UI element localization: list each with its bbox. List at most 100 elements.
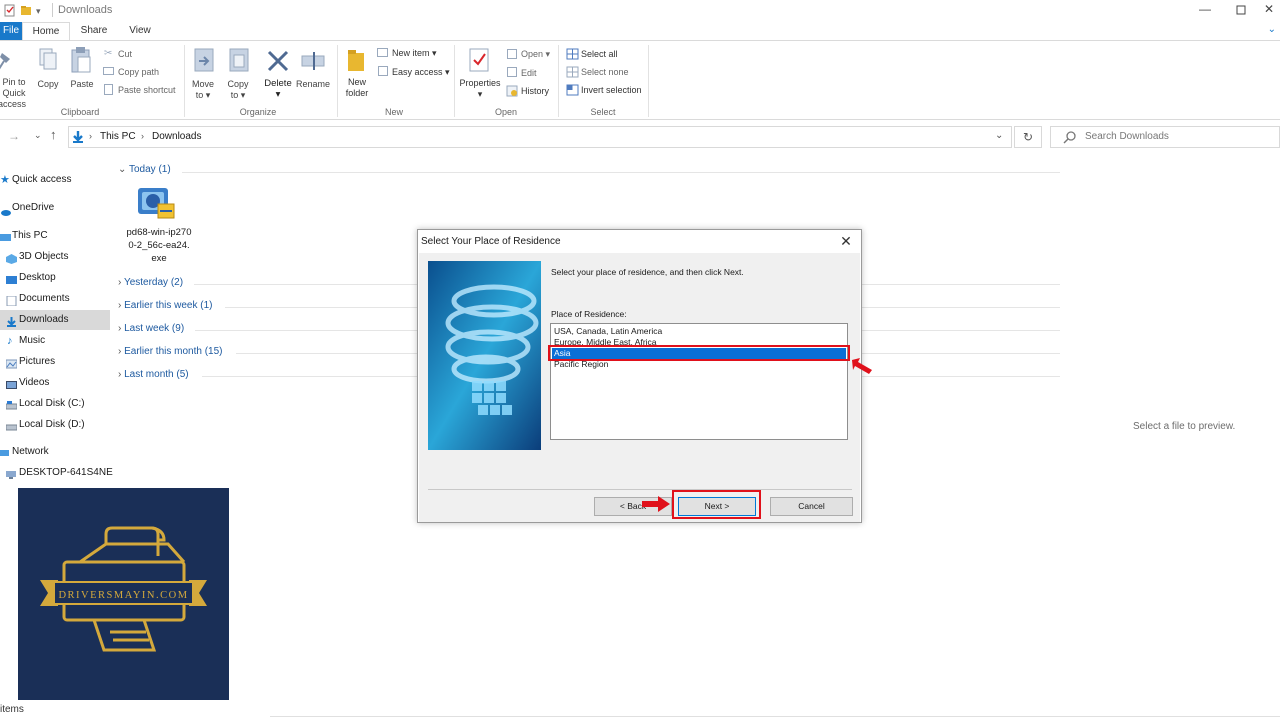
nav-item-desktop[interactable]: Desktop [0,268,110,288]
delete-dropdown-icon[interactable]: ▾ [260,89,296,100]
address-bar[interactable]: › This PC › Downloads ⌄ [68,126,1012,148]
easy-access-button[interactable]: Easy access ▾ [392,67,450,78]
delete-label: Delete [264,78,292,89]
new-folder-button[interactable]: New folder [340,77,374,99]
invert-selection-button[interactable]: Invert selection [581,85,642,96]
cloud-icon [0,204,11,216]
tab-home[interactable]: Home [22,22,70,40]
pin-label-1: Pin to Quick [2,77,26,98]
nav-item-pictures[interactable]: Pictures [0,352,110,372]
group-label: Last week (9) [124,323,185,334]
copy-to-button[interactable]: Copy to ▾ [221,79,255,101]
new-item-button[interactable]: New item ▾ [392,48,437,59]
installer-icon [136,184,178,227]
nav-item-quick-access[interactable]: ★ Quick access [0,170,110,190]
move-to-button[interactable]: Move to ▾ [186,79,220,101]
desktop-icon [6,273,17,284]
history-button[interactable]: History [521,86,549,97]
title-bar: ▾ Downloads — ✕ [0,0,1280,22]
nav-item-downloads[interactable]: Downloads [0,310,110,330]
close-window-icon[interactable]: ✕ [1258,2,1280,20]
status-bar: items [0,703,1280,720]
paste-button[interactable]: Paste [66,79,98,90]
maximize-icon[interactable] [1226,2,1256,20]
cube-icon [6,252,17,264]
red-arrow-asia-icon [850,356,874,379]
nav-item-3d-objects[interactable]: 3D Objects [0,247,110,267]
breadcrumb-downloads[interactable]: Downloads [152,131,201,142]
customize-qa-icon[interactable]: ▾ [36,6,48,19]
select-all-button[interactable]: Select all [581,49,618,60]
logo-text: DRIVERSMAYIN.COM [58,590,188,601]
new-group-label: New [384,107,403,117]
recent-locations-icon[interactable]: ⌄ [34,130,42,141]
nav-item-network[interactable]: Network [0,442,110,462]
ribbon-expand-icon[interactable]: ⌄ [1268,24,1276,35]
group-today[interactable]: ⌄ Today (1) [118,164,171,180]
chevron-right-icon: › [118,277,122,288]
nav-item-label: Desktop [19,272,56,283]
refresh-icon[interactable]: ↻ [1014,126,1042,148]
tab-file[interactable]: File [0,22,22,40]
copy-path-button[interactable]: Copy path [118,67,159,78]
select-group-label: Select [590,107,616,117]
cut-button[interactable]: Cut [118,49,132,60]
forward-arrow-icon[interactable]: → [8,129,20,143]
move-to-suffix: to [195,90,204,100]
search-box[interactable]: Search Downloads [1050,126,1280,148]
group-last-month[interactable]: › Last month (5) [118,369,189,385]
properties-button[interactable]: Properties ▾ [458,78,502,100]
nav-item-local-disk-d[interactable]: Local Disk (D:) [0,415,110,435]
open-button[interactable]: Open ▾ [521,49,550,60]
document-icon [6,294,17,307]
edit-button[interactable]: Edit [521,68,537,79]
group-earlier-this-month[interactable]: › Earlier this month (15) [118,346,223,362]
select-all-icon [566,48,579,63]
nav-item-onedrive[interactable]: OneDrive [0,198,110,218]
new-item-icon [377,48,388,57]
minimize-icon[interactable]: — [1190,2,1220,20]
address-dropdown-icon[interactable]: ⌄ [995,130,1003,141]
select-none-button[interactable]: Select none [581,67,629,78]
residence-listbox[interactable]: USA, Canada, Latin America Europe, Middl… [550,323,848,440]
nav-item-label: Downloads [19,314,69,325]
select-none-icon [566,66,579,81]
search-input[interactable]: Search Downloads [1085,131,1169,142]
delete-icon [266,49,290,76]
driversmayin-logo: DRIVERSMAYIN.COM [18,488,229,700]
up-arrow-icon[interactable]: ↑ [50,127,57,142]
tab-share[interactable]: Share [74,22,114,40]
paste-shortcut-button[interactable]: Paste shortcut [118,85,176,96]
nav-item-documents[interactable]: Documents [0,289,110,309]
nav-item-local-disk-c[interactable]: Local Disk (C:) [0,394,110,414]
nav-item-music[interactable]: ♪ Music [0,331,110,351]
group-last-week[interactable]: › Last week (9) [118,323,184,339]
properties-dropdown-icon[interactable]: ▾ [458,89,502,100]
folder-qa-icon[interactable] [20,4,32,17]
group-yesterday[interactable]: › Yesterday (2) [118,277,183,293]
nav-item-desktop-pc[interactable]: DESKTOP-641S4NE [0,463,113,483]
copy-button[interactable]: Copy [33,79,63,90]
group-earlier-this-week[interactable]: › Earlier this week (1) [118,300,212,316]
cancel-button[interactable]: Cancel [770,497,853,516]
properties-qa-icon[interactable] [4,4,16,17]
close-icon[interactable]: ✕ [837,232,855,250]
file-item[interactable]: pd68-win-ip2700-2_56c-ea24.exe [126,184,192,270]
new-folder-label-2: folder [345,88,369,98]
status-divider [270,716,1280,717]
dialog-title: Select Your Place of Residence [421,236,561,247]
dialog-divider [428,489,852,490]
pin-to-quick-access-button[interactable]: Pin to Quick access [0,77,34,110]
network-icon [0,447,11,457]
breadcrumb-this-pc[interactable]: This PC [100,131,136,142]
rename-button[interactable]: Rename [294,79,332,90]
delete-button[interactable]: Delete ▾ [260,78,296,100]
clipboard-group-label: Clipboard [60,107,100,117]
copy-icon [38,47,58,76]
nav-item-this-pc[interactable]: This PC [0,226,110,246]
option-usa-canada-latin-america[interactable]: USA, Canada, Latin America [552,326,846,337]
tab-view[interactable]: View [120,22,160,40]
chevron-right-icon: › [118,346,122,357]
copy-path-icon [103,67,114,75]
nav-item-videos[interactable]: Videos [0,373,110,393]
